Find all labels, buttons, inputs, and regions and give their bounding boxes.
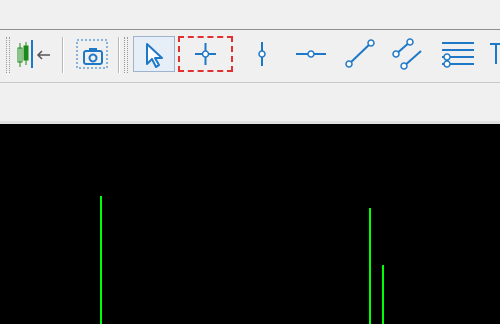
cursor-button[interactable]	[133, 36, 175, 72]
drawing-toolbar	[0, 30, 500, 82]
toolbar-lower-panel	[0, 82, 500, 121]
toolbar-grip[interactable]	[6, 37, 10, 73]
bar-1	[100, 196, 102, 324]
chart-shift-button[interactable]	[14, 36, 54, 72]
title-strip	[0, 0, 500, 30]
equidistant-channel-button[interactable]	[389, 36, 427, 72]
horizontal-line-button[interactable]	[292, 36, 330, 72]
fibonacci-button[interactable]	[438, 36, 478, 72]
vertical-line-button[interactable]	[243, 36, 281, 72]
crosshair-button[interactable]	[178, 36, 233, 72]
next-tool-button[interactable]	[486, 36, 500, 72]
screenshot-button[interactable]	[74, 36, 112, 72]
trendline-button[interactable]	[341, 36, 379, 72]
toolbar-separator	[118, 37, 120, 73]
toolbar-separator	[62, 37, 64, 73]
bar-3	[382, 265, 384, 324]
price-chart[interactable]	[0, 124, 500, 324]
bar-2	[369, 208, 371, 324]
toolbar-grip[interactable]	[124, 37, 128, 73]
